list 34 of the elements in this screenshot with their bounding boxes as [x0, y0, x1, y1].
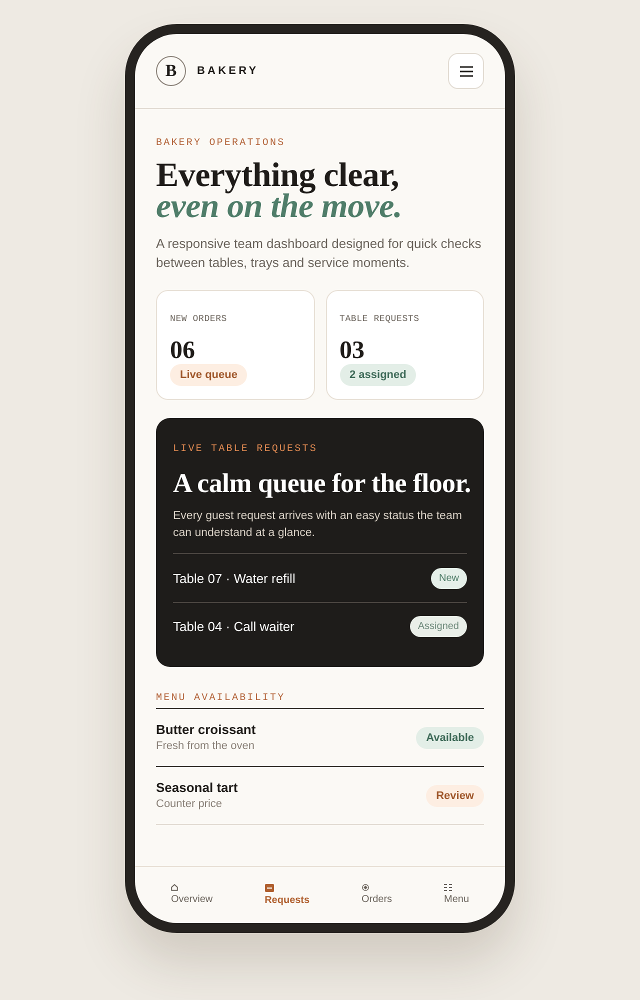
- card-icon: [264, 884, 274, 892]
- grid-icon: [444, 884, 452, 891]
- item-note: Fresh from the oven: [156, 740, 256, 753]
- nav-tab[interactable]: Menu: [444, 884, 469, 905]
- brand-name: BAKERY: [197, 65, 259, 77]
- section-heading: MENU AVAILABILITY: [156, 693, 484, 709]
- status-badge: New: [430, 568, 467, 588]
- stat-value: 03: [340, 338, 364, 364]
- hero-title: Everything clear,: [156, 160, 400, 191]
- item-name: Seasonal tart: [156, 780, 238, 795]
- request-text: Table 04 · Call waiter: [173, 619, 294, 634]
- menu-button[interactable]: [448, 53, 484, 89]
- request-text: Table 07 · Water refill: [173, 570, 296, 586]
- section-eyebrow: BAKERY OPERATIONS: [156, 138, 286, 150]
- logo: B: [156, 56, 186, 86]
- stat-label: NEW ORDERS: [170, 314, 228, 325]
- nav-tab[interactable]: Overview: [170, 884, 213, 905]
- status-badge: Assigned: [410, 616, 467, 637]
- stat-value: 06: [170, 338, 195, 364]
- status-badge: Live queue: [170, 364, 248, 386]
- card-eyebrow: LIVE TABLE REQUESTS: [173, 444, 318, 456]
- hero-description: A responsive team dashboard designed for quick checks between tables, trays and service moments.: [156, 235, 482, 272]
- item-note: Counter price: [156, 798, 224, 811]
- status-badge: 2 assigned: [340, 364, 416, 386]
- status-badge: Review: [426, 784, 484, 806]
- home-icon: [170, 884, 178, 891]
- item-name: Butter croissant: [156, 722, 256, 737]
- nav-tab[interactable]: Orders: [362, 884, 392, 905]
- status-badge: Available: [416, 726, 484, 748]
- menu-icon: [460, 66, 472, 76]
- card-description: Every guest request arrives with an easy status the team can understand at a glance.: [173, 509, 463, 541]
- stat-label: TABLE REQUESTS: [340, 314, 420, 325]
- diamond-icon: [362, 884, 368, 891]
- nav-tab[interactable]: Requests: [264, 884, 310, 906]
